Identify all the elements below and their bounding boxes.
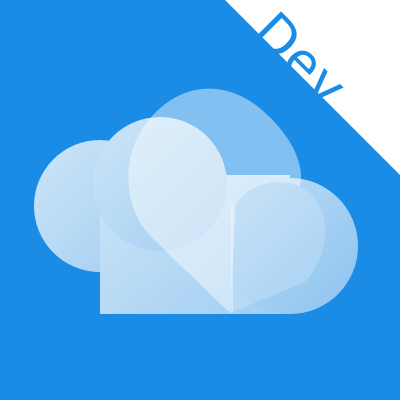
app-icon: Dev [0,0,400,400]
